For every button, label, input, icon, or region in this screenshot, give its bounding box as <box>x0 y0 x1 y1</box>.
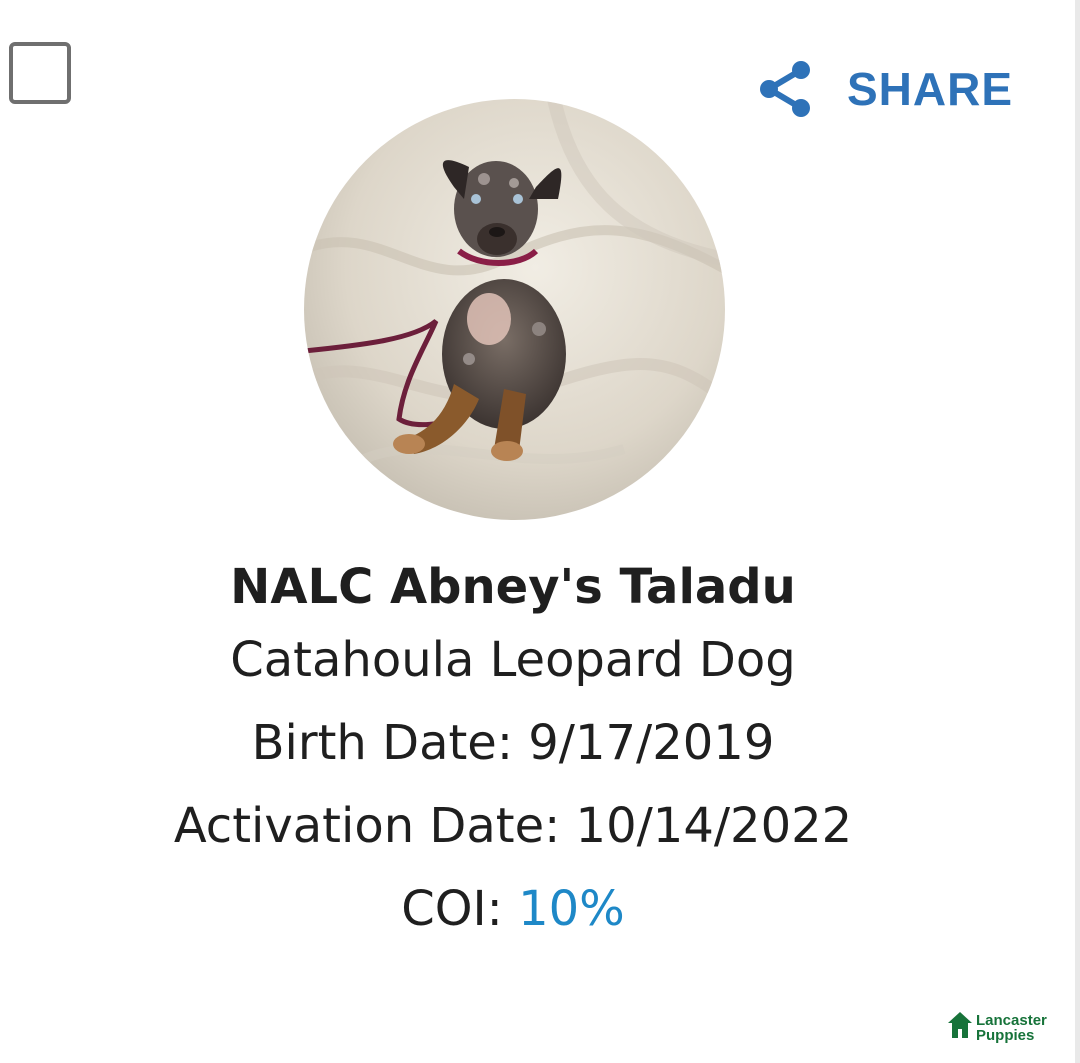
birth-date: Birth Date: 9/17/2019 <box>251 715 775 771</box>
share-icon <box>755 58 817 120</box>
dog-info: NALC Abney's Taladu Catahoula Leopard Do… <box>0 555 1026 951</box>
lancaster-puppies-brand: Lancaster Puppies <box>948 1011 1047 1044</box>
select-checkbox[interactable] <box>9 42 71 104</box>
dog-breed: Catahoula Leopard Dog <box>230 632 796 688</box>
brand-line2: Puppies <box>976 1026 1035 1044</box>
dog-photo <box>304 99 725 520</box>
brand-line1: Lancaster <box>976 1011 1047 1029</box>
dog-card: SHARE NALC Abney's Taladu Catahoula Leop… <box>0 0 1080 1063</box>
lancaster-puppies-logo-icon <box>948 1011 972 1044</box>
share-button[interactable]: SHARE <box>755 58 1013 120</box>
activation-date: Activation Date: 10/14/2022 <box>173 798 853 854</box>
share-label: SHARE <box>847 63 1014 115</box>
right-border <box>1075 0 1080 1063</box>
coi-value: 10% <box>518 881 625 937</box>
brand-text: Lancaster Puppies <box>976 1013 1047 1043</box>
dog-name: NALC Abney's Taladu <box>230 559 796 615</box>
coi-label: COI: <box>401 881 503 937</box>
coi: COI: 10% <box>0 868 1026 951</box>
